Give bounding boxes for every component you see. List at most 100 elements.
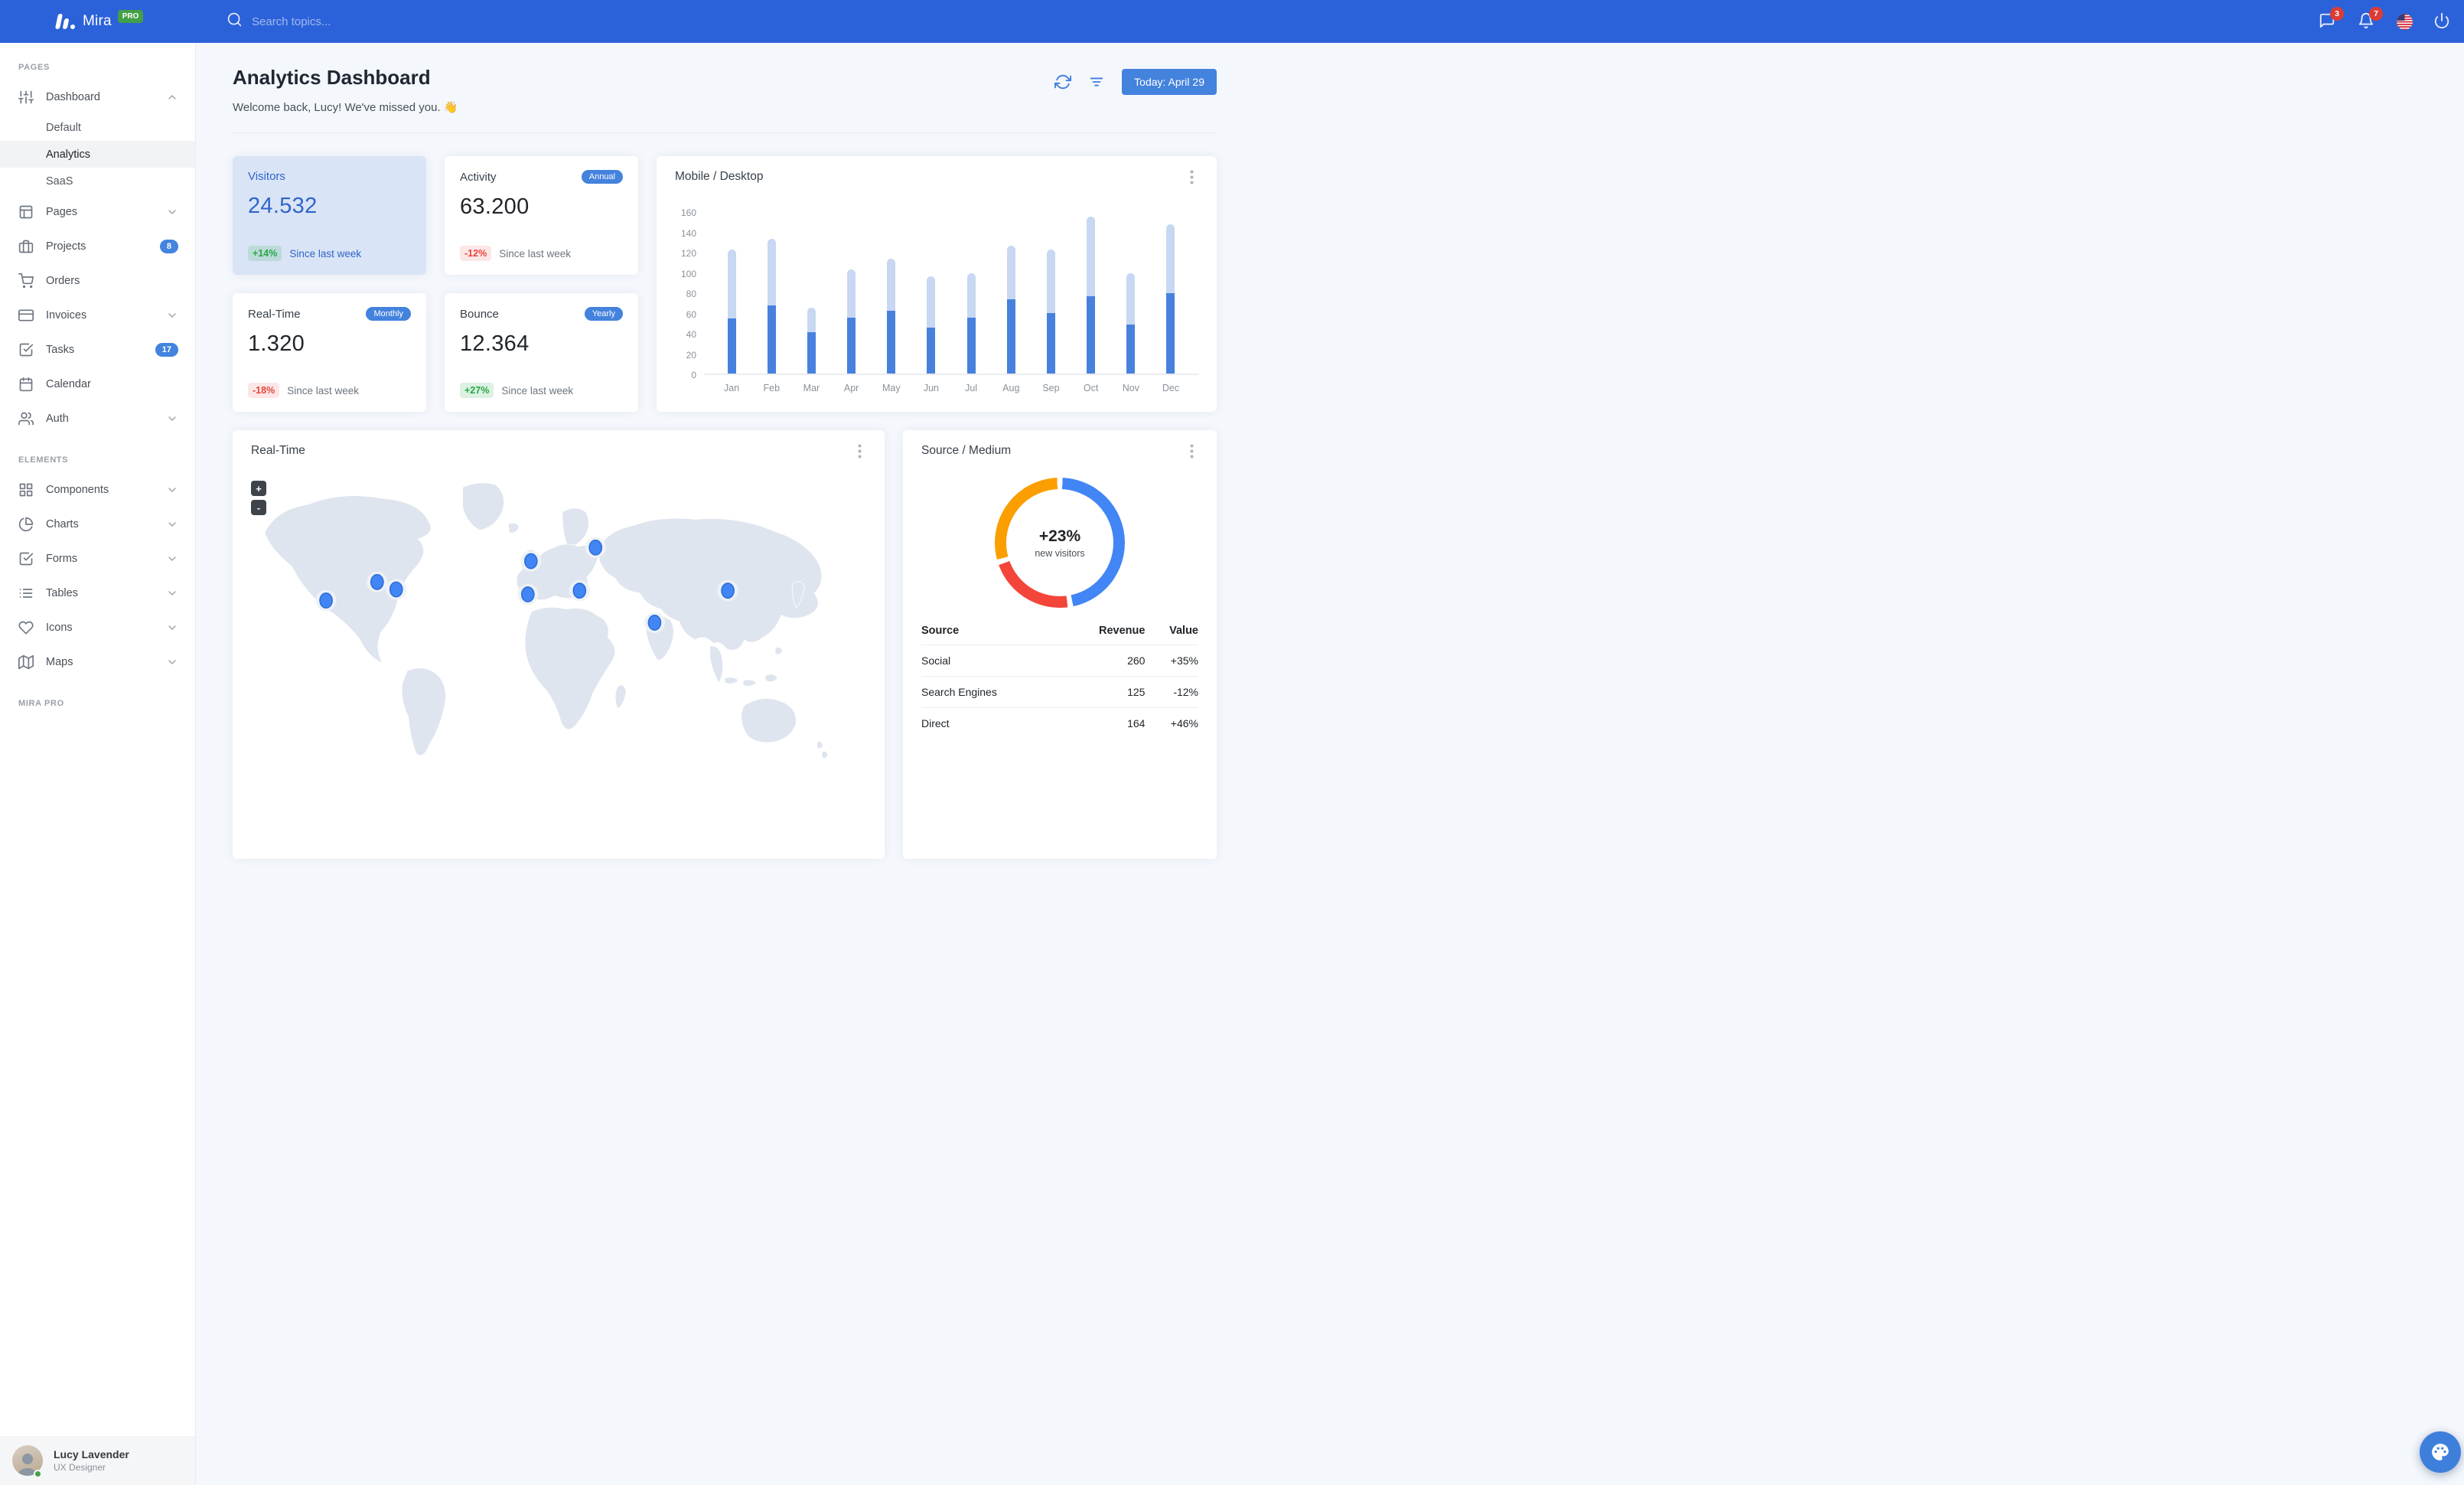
revenue-cell: 260: [1060, 645, 1146, 677]
sidebar-item-projects[interactable]: Projects 8: [0, 229, 195, 263]
sidebar-item-tables[interactable]: Tables: [0, 576, 195, 610]
sidebar-item-invoices[interactable]: Invoices: [0, 298, 195, 332]
language-flag-button[interactable]: [2397, 13, 2413, 30]
x-axis-tick: Jun: [923, 383, 940, 393]
map-marker[interactable]: [569, 579, 591, 602]
welcome-message: Welcome back, Lucy! We've missed you. 👋: [233, 101, 458, 114]
sidebar-item-pages[interactable]: Pages: [0, 194, 195, 229]
map-marker[interactable]: [517, 583, 539, 605]
sidebar-user[interactable]: Lucy Lavender UX Designer: [0, 1436, 195, 1485]
y-axis-tick: 40: [686, 329, 696, 340]
chevron-up-icon: [166, 91, 178, 103]
section-title-mira-pro: Mira Pro: [18, 699, 64, 708]
stat-title: Visitors: [248, 170, 285, 183]
notifications-badge: 7: [2369, 7, 2383, 21]
map-zoom-out-button[interactable]: -: [251, 500, 266, 515]
heart-icon: [18, 620, 34, 635]
sidebar-item-forms[interactable]: Forms: [0, 541, 195, 576]
sidebar-item-charts[interactable]: Charts: [0, 507, 195, 541]
sidebar-item-maps[interactable]: Maps: [0, 645, 195, 679]
navbar-search: [227, 11, 2319, 31]
messages-button[interactable]: 3: [2319, 7, 2344, 31]
sidebar-item-auth[interactable]: Auth: [0, 401, 195, 436]
map-marker[interactable]: [386, 579, 407, 600]
x-axis-tick: Dec: [1162, 383, 1180, 393]
map-menu-button[interactable]: [852, 444, 866, 458]
bar-jan: [712, 213, 751, 374]
brand[interactable]: Mira PRO: [0, 9, 196, 30]
source-cell: Direct: [921, 717, 950, 729]
sidebar-item-components[interactable]: Components: [0, 472, 195, 507]
table-header-source: Source: [921, 617, 1061, 645]
source-medium-card: Source / Medium +23% new visitors Source…: [903, 430, 1217, 859]
map-marker[interactable]: [520, 550, 542, 572]
check-square-icon: [18, 342, 34, 357]
stat-delta-badge: -18%: [248, 383, 280, 398]
theme-settings-fab[interactable]: [2420, 1431, 2461, 1473]
kebab-icon: [1190, 444, 1193, 458]
source-menu-button[interactable]: [1185, 444, 1198, 458]
stat-card-activity: Activity Annual 63.200 -12% Since last w…: [445, 156, 638, 275]
today-button[interactable]: Today: April 29: [1122, 69, 1217, 95]
bar-aug: [991, 213, 1031, 374]
sidebar-item-default[interactable]: Default: [0, 114, 195, 141]
donut-chart: +23% new visitors: [995, 478, 1125, 608]
table-row: Direct 164 +46%: [921, 708, 1198, 739]
filter-button[interactable]: [1088, 73, 1105, 90]
y-axis-tick: 20: [686, 349, 696, 361]
map-marker[interactable]: [717, 579, 738, 602]
chevron-down-icon: [166, 656, 178, 668]
map-marker[interactable]: [315, 589, 337, 612]
section-title-elements: Elements: [18, 455, 69, 465]
donut-center-value: +23%: [1038, 527, 1081, 545]
sidebar-item-icons[interactable]: Icons: [0, 610, 195, 645]
list-icon: [18, 586, 34, 601]
stat-period-badge: Annual: [581, 170, 623, 184]
kebab-icon: [858, 444, 861, 458]
map-marker[interactable]: [644, 612, 666, 634]
map-marker[interactable]: [367, 571, 388, 593]
stat-title: Bounce: [460, 307, 499, 321]
filter-icon: [1090, 77, 1103, 86]
notifications-button[interactable]: 7: [2358, 7, 2383, 31]
x-axis-tick: Oct: [1083, 383, 1099, 393]
chart-menu-button[interactable]: [1185, 170, 1198, 184]
source-cell: Social: [921, 645, 1061, 677]
bar-jul: [951, 213, 991, 374]
chevron-down-icon: [166, 206, 178, 218]
stat-value: 12.364: [460, 331, 530, 356]
realtime-map-card: Real-Time + -: [233, 430, 885, 859]
revenue-cell: 164: [1127, 717, 1146, 729]
sidebar-item-analytics[interactable]: Analytics: [0, 141, 195, 168]
chevron-down-icon: [166, 413, 178, 425]
header-divider: [233, 132, 1217, 133]
map-marker[interactable]: [585, 537, 606, 559]
stat-value: 1.320: [248, 331, 305, 356]
search-input[interactable]: [252, 15, 481, 28]
user-role: UX Designer: [54, 1462, 106, 1473]
y-axis-tick: 80: [686, 289, 696, 299]
refresh-button[interactable]: [1054, 73, 1072, 90]
y-axis-tick: 100: [680, 268, 696, 279]
chevron-down-icon: [166, 553, 178, 565]
sidebar-badge: 17: [155, 342, 178, 357]
messages-badge: 3: [2330, 7, 2344, 21]
sidebar-item-saas[interactable]: SaaS: [0, 168, 195, 194]
sidebar-item-calendar[interactable]: Calendar: [0, 367, 195, 401]
map-icon: [18, 654, 34, 670]
sidebar-item-dashboard[interactable]: Dashboard: [0, 80, 195, 114]
map-zoom-in-button[interactable]: +: [251, 481, 266, 496]
sliders-icon: [18, 90, 34, 105]
map-title: Real-Time: [251, 444, 305, 457]
world-map[interactable]: [251, 464, 866, 775]
sidebar-badge: 8: [159, 239, 178, 253]
bar-mar: [791, 213, 831, 374]
y-axis-tick: 0: [691, 370, 696, 380]
revenue-cell: 125: [1060, 676, 1146, 708]
users-icon: [18, 411, 34, 426]
power-icon: [2434, 12, 2449, 29]
sidebar-item-orders[interactable]: Orders: [0, 263, 195, 298]
sidebar-item-tasks[interactable]: Tasks 17: [0, 332, 195, 367]
x-axis-tick: Mar: [803, 383, 820, 393]
logout-button[interactable]: [2433, 12, 2452, 31]
